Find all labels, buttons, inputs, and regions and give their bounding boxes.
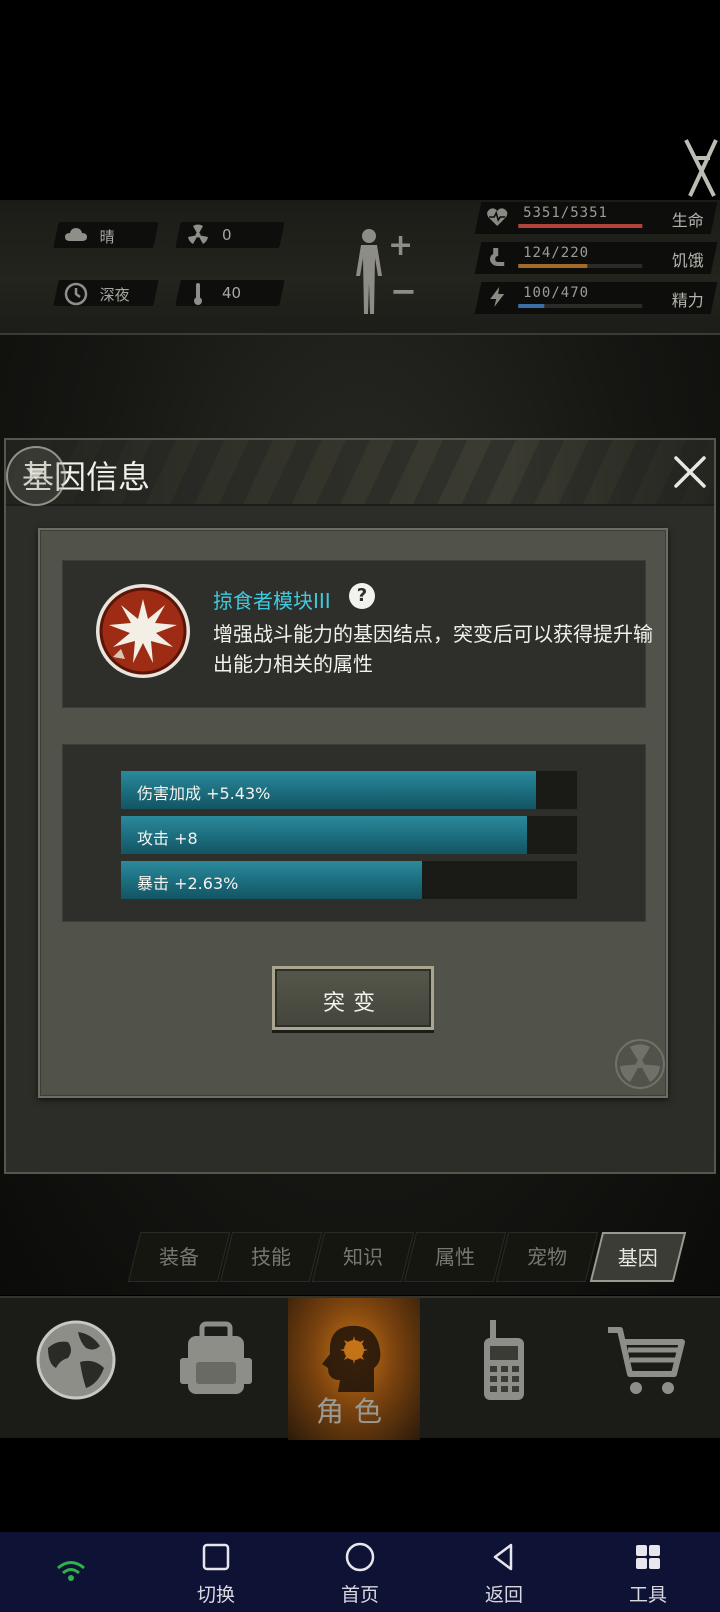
gene-description-box: 掠食者模块III ? 增强战斗能力的基因结点，突变后可以获得提升输出能力相关的属… [62, 560, 653, 708]
top-backdrop [0, 0, 720, 200]
nav-radio[interactable] [438, 1298, 570, 1440]
stat-row: 攻击 +8 [121, 816, 577, 854]
tab-genes[interactable]: 基因 [589, 1232, 687, 1282]
back-button[interactable] [6, 446, 66, 506]
minus-icon[interactable]: − [390, 272, 417, 310]
energy-bar-fill [518, 304, 545, 308]
body-figure-icon[interactable] [352, 228, 386, 316]
gene-panel: 掠食者模块III ? 增强战斗能力的基因结点，突变后可以获得提升输出能力相关的属… [38, 528, 668, 1098]
clock-icon [64, 282, 88, 306]
bottom-nav: 角色 [0, 1296, 720, 1440]
weapon-icon[interactable] [684, 136, 720, 206]
system-navigation-bar: 切换 首页 返回 工具 [0, 1532, 720, 1612]
nav-shop[interactable] [580, 1298, 712, 1440]
walkie-talkie-icon [484, 1320, 524, 1400]
predator-gene-icon [96, 584, 190, 678]
backpack-icon [180, 1321, 252, 1394]
character-tabs: 装备 技能 知识 属性 宠物 基因 [127, 1232, 714, 1284]
vital-health: 5351/5351 生命 [474, 202, 718, 234]
stat-row: 伤害加成 +5.43% [121, 771, 577, 809]
tab-knowledge[interactable]: 知识 [311, 1232, 415, 1282]
help-icon[interactable]: ? [349, 583, 375, 609]
tools-button[interactable]: 工具 [608, 1542, 688, 1608]
cart-icon [608, 1327, 685, 1394]
gene-name: 掠食者模块III [213, 589, 331, 613]
globe-icon [36, 1320, 116, 1400]
weather-stat: 晴 [53, 222, 159, 248]
back-nav-button[interactable]: 返回 [464, 1542, 544, 1608]
stat-row: 暴击 +2.63% [121, 861, 577, 899]
energy-icon [486, 286, 508, 308]
thermometer-icon [186, 282, 210, 305]
radiation-icon [186, 224, 210, 246]
time-stat: 深夜 [53, 280, 159, 306]
cloud-icon [64, 224, 88, 246]
switch-button[interactable]: 切换 [176, 1542, 256, 1608]
hunger-bar-fill [518, 264, 588, 268]
wifi-icon [57, 1561, 85, 1581]
vital-hunger: 124/220 饥饿 [474, 242, 718, 274]
radiation-watermark-icon [615, 1039, 665, 1089]
close-icon[interactable] [670, 452, 710, 492]
nav-map[interactable] [10, 1298, 142, 1440]
chevron-down-icon [26, 468, 46, 480]
gene-description: 增强战斗能力的基因结点，突变后可以获得提升输出能力相关的属性 [213, 622, 653, 676]
home-button[interactable]: 首页 [320, 1542, 400, 1608]
triangle-back-icon [493, 1543, 513, 1571]
stomach-icon [486, 246, 508, 268]
radiation-stat: 0 [175, 222, 285, 248]
mutate-button[interactable]: 突变 [272, 966, 434, 1030]
tab-skills[interactable]: 技能 [219, 1232, 323, 1282]
grid-icon [636, 1545, 660, 1569]
heart-icon [486, 206, 508, 228]
nav-character[interactable]: 角色 [288, 1298, 420, 1440]
square-icon [202, 1543, 230, 1571]
vital-energy: 100/470 精力 [474, 282, 718, 314]
plus-icon[interactable]: + [388, 228, 413, 263]
nav-backpack[interactable] [150, 1298, 282, 1440]
gene-stats-box: 伤害加成 +5.43% 攻击 +8 暴击 +2.63% [62, 744, 646, 922]
gene-info-dialog: 基因信息 掠食者模块III ? 增强战斗能力的基因结点，突变后可以获得提升输出能… [4, 438, 716, 1174]
tab-attributes[interactable]: 属性 [403, 1232, 507, 1282]
health-bar-fill [518, 224, 643, 228]
tab-pets[interactable]: 宠物 [495, 1232, 599, 1282]
temperature-stat: 40 [175, 280, 285, 306]
tab-equipment[interactable]: 装备 [127, 1232, 231, 1282]
circle-icon [345, 1542, 375, 1572]
